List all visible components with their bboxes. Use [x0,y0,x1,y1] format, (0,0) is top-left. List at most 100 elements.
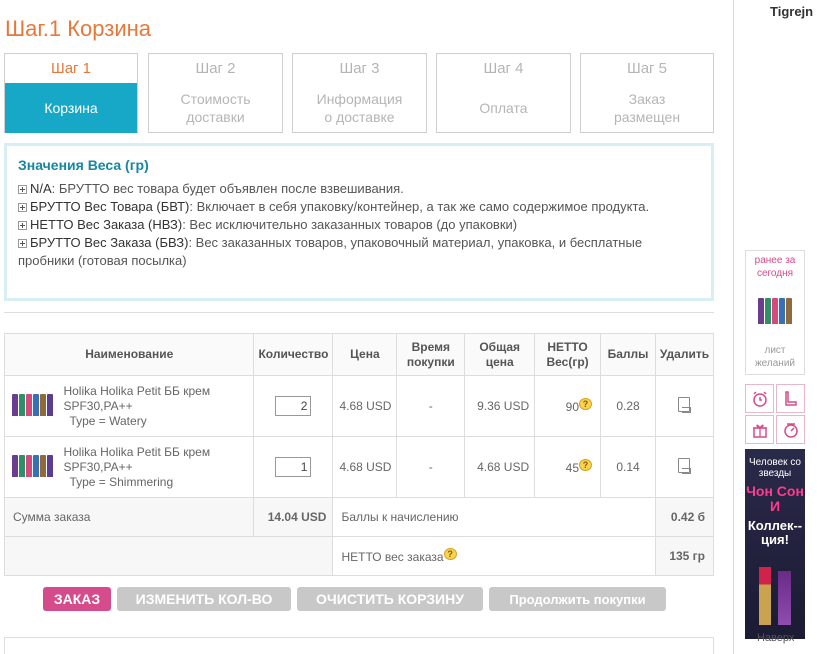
quantity-cell [253,375,334,437]
netto-cell: 90? [534,375,602,437]
step-label: Заказ размещен [613,91,681,125]
step-number: Шаг 5 [626,60,668,77]
delete-cell [654,436,715,498]
question-icon[interactable]: ? [579,398,593,410]
price-cell: 4.68 USD [332,375,398,437]
trash-icon[interactable] [678,397,692,413]
clear-cart-button[interactable]: ОЧИСТИТЬ КОРЗИНУ [297,587,483,611]
table-row: Holika Holika Petit ББ крем SPF30,PA++ T… [4,436,715,498]
lipstick-image [759,567,771,625]
quantity-cell [253,436,334,498]
step-3[interactable]: Шаг 3 Информация о доставке [292,53,427,133]
divider [4,312,714,313]
promo-line-1: Человек со звезды [749,457,801,479]
table-row: Holika Holika Petit ББ крем SPF30,PA++ T… [4,375,715,437]
quantity-input[interactable] [275,396,312,416]
header-price: Цена [332,333,398,376]
step-label: Информация о доставке [316,91,403,125]
step-number: Шаг 2 [195,60,236,77]
summary-row: НЕТТО вес заказа? 135 гр [3,536,715,576]
weight-info-row: БРУТТО Вес Заказа (БВЗ): Вес заказанных … [18,235,643,268]
points-cell: 0.28 [600,375,656,437]
header-points: Баллы [600,333,656,376]
weight-info-row: БРУТТО Вес Товара (БВТ): Включает в себя… [18,198,700,216]
product-name-link[interactable]: Holika Holika Petit ББ крем SPF30,PA++ [63,384,253,414]
promo-line-2: Чон Сон И [746,483,804,514]
price-cell: 4.68 USD [332,436,398,498]
recent-product-image[interactable] [750,286,800,336]
order-sum-label: Сумма заказа [3,497,255,537]
header-time: Время покупки [396,333,466,376]
step-number: Шаг 1 [50,60,92,77]
page-title: Шаг.1 Корзина [5,16,151,41]
cart-table: Наименование Количество Цена Время покуп… [3,333,715,576]
action-buttons: ЗАКАЗ ИЗМЕНИТЬ КОЛ-ВО ОЧИСТИТЬ КОРЗИНУ П… [43,587,666,611]
total-cell: 9.36 USD [464,375,536,437]
header-delete: Удалить [654,333,715,376]
step-2[interactable]: Шаг 2 Стоимость доставки [148,53,283,133]
product-name-cell: Holika Holika Petit ББ крем SPF30,PA++ T… [59,436,255,498]
order-button[interactable]: ЗАКАЗ [43,587,111,611]
empty-cell [3,536,334,576]
summary-row: Сумма заказа 14.04 USD Баллы к начислени… [3,497,715,537]
change-quantity-button[interactable]: ИЗМЕНИТЬ КОЛ-ВО [117,587,291,611]
recently-viewed[interactable]: ранее за сегодня лист желаний [745,250,805,375]
continue-shopping-button[interactable]: Продолжить покупки [489,587,666,611]
weight-info-title: Значения Веса (гр) [18,157,149,173]
netto-cell: 45? [534,436,602,498]
gift-icon[interactable] [745,415,774,444]
recent-label: ранее за сегодня [754,255,796,279]
scale-icon[interactable] [776,415,805,444]
expand-plus-icon[interactable] [18,239,27,248]
trash-icon[interactable] [678,458,692,474]
time-cell: - [396,375,466,437]
promo-banner[interactable]: Человек со звезды Чон Сон И Коллек--ция! [745,449,805,639]
expand-plus-icon[interactable] [18,185,27,194]
netto-weight-label-cell: НЕТТО вес заказа? [332,536,656,576]
back-to-top-link[interactable]: Наверх [757,632,794,644]
product-name-link[interactable]: Holika Holika Petit ББ крем SPF30,PA++ [63,445,253,475]
weight-info-box: Значения Веса (гр) N/A: БРУТТО вес товар… [4,143,714,301]
promo-line-3: Коллек--ция! [747,518,803,547]
delete-cell [654,375,715,437]
header-total: Общая цена [464,333,536,376]
points-cell: 0.14 [600,436,656,498]
step-1[interactable]: Шаг 1 Корзина [4,53,138,133]
alarm-clock-icon[interactable] [745,384,774,413]
checkout-steps: Шаг 1 Корзина Шаг 2 Стоимость доставки Ш… [4,53,714,133]
product-image[interactable] [4,375,60,437]
header-qty: Количество [253,333,334,376]
netto-weight-value: 135 гр [654,536,715,576]
question-icon[interactable]: ? [579,459,593,471]
points-accrual-value: 0.42 б [654,497,715,537]
header-netto: НЕТТО Вес(гр) [534,333,602,376]
time-cell: - [396,436,466,498]
question-icon[interactable]: ? [443,548,457,560]
step-number: Шаг 4 [483,60,524,77]
step-5[interactable]: Шаг 5 Заказ размещен [580,53,714,133]
step-number: Шаг 3 [339,60,380,77]
step-4[interactable]: Шаг 4 Оплата [436,53,571,133]
wishlist-link[interactable]: лист желаний [746,344,804,370]
sidebar-icons [745,384,805,444]
weight-info-row: N/A: БРУТТО вес товара будет объявлен по… [18,180,700,198]
bottom-panel [4,637,714,654]
expand-plus-icon[interactable] [18,203,27,212]
points-accrual-label: Баллы к начислению [332,497,656,537]
username[interactable]: Tigrejn [770,4,813,19]
product-type: Type = Watery [69,413,147,428]
total-cell: 4.68 USD [464,436,536,498]
product-type: Type = Shimmering [69,474,174,489]
quantity-input[interactable] [275,457,312,477]
main-content: Шаг.1 Корзина Шаг 1 Корзина Шаг 2 Стоимо… [0,0,734,654]
step-label: Корзина [5,83,137,133]
weight-info-row: НЕТТО Вес Заказа (НВЗ): Вес исключительн… [18,216,700,234]
order-sum-value: 14.04 USD [253,497,334,537]
header-name: Наименование [3,333,255,376]
product-image[interactable] [4,436,60,498]
step-label: Стоимость доставки [180,91,251,125]
product-name-cell: Holika Holika Petit ББ крем SPF30,PA++ T… [59,375,255,437]
boot-icon[interactable] [776,384,805,413]
lipstick-image [778,571,791,625]
expand-plus-icon[interactable] [18,221,27,230]
